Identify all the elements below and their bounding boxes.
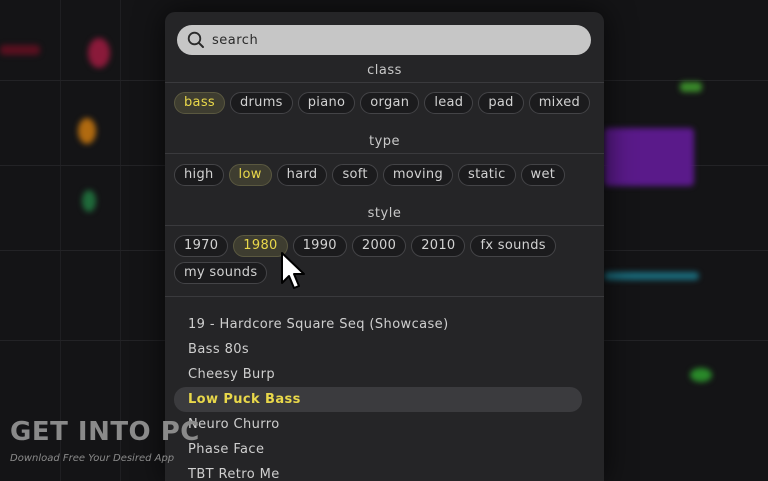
- watermark: GET INTO PC Download Free Your Desired A…: [10, 417, 200, 464]
- watermark-title: GET INTO PC: [10, 417, 200, 447]
- preset-list-item[interactable]: Bass 80s: [174, 337, 582, 362]
- filter-chip-style[interactable]: my sounds: [174, 262, 268, 284]
- filter-chip-style[interactable]: 2000: [351, 235, 407, 257]
- divider: [165, 296, 604, 297]
- chip-row-type: high low hard soft moving static wet: [174, 164, 599, 186]
- chip-row-class: bass drums piano organ lead pad mixed: [174, 92, 599, 114]
- section-title-type: type: [368, 134, 401, 149]
- search-icon: [187, 31, 204, 48]
- search-input[interactable]: search: [212, 33, 258, 48]
- divider: [165, 82, 604, 83]
- filter-chip-class[interactable]: bass: [174, 92, 225, 114]
- filter-chip-type[interactable]: wet: [520, 164, 566, 186]
- preset-list-item[interactable]: Cheesy Burp: [174, 362, 582, 387]
- filter-chip-style[interactable]: 1970: [174, 235, 229, 257]
- filter-chip-style[interactable]: 2010: [411, 235, 466, 257]
- filter-chip-class[interactable]: drums: [229, 92, 293, 114]
- watermark-subtitle: Download Free Your Desired App: [10, 453, 175, 464]
- filter-chip-type[interactable]: static: [458, 164, 516, 186]
- search-bar[interactable]: search: [177, 25, 591, 55]
- chip-row-style: 1970 1980 1990 2000 2010 fx sounds my sounds: [174, 235, 599, 284]
- mouse-pointer-icon: [281, 252, 305, 289]
- filter-chip-type[interactable]: soft: [332, 164, 378, 186]
- filter-chip-style[interactable]: fx sounds: [470, 235, 556, 257]
- section-title-class: class: [367, 63, 402, 78]
- filter-chip-class[interactable]: pad: [478, 92, 524, 114]
- filter-chip-class[interactable]: mixed: [528, 92, 591, 114]
- filter-chip-class[interactable]: piano: [297, 92, 356, 114]
- section-title-style: style: [367, 206, 402, 221]
- filter-chip-type[interactable]: hard: [276, 164, 328, 186]
- filter-chip-type[interactable]: low: [228, 164, 272, 186]
- preset-list-item[interactable]: Neuro Churro: [174, 412, 582, 437]
- divider: [165, 153, 604, 154]
- preset-list-item[interactable]: Low Puck Bass: [174, 387, 582, 412]
- preset-list: 19 - Hardcore Square Seq (Showcase) Bass …: [174, 312, 582, 481]
- divider: [165, 225, 604, 226]
- preset-list-item[interactable]: 19 - Hardcore Square Seq (Showcase): [174, 312, 582, 337]
- filter-chip-class[interactable]: lead: [424, 92, 474, 114]
- filter-chip-type[interactable]: moving: [382, 164, 454, 186]
- filter-chip-class[interactable]: organ: [360, 92, 420, 114]
- preset-browser-panel: search class bass drums piano organ lead pad m…: [165, 12, 604, 481]
- preset-list-item[interactable]: Phase Face: [174, 437, 582, 462]
- filter-chip-type[interactable]: high: [174, 164, 224, 186]
- preset-list-item[interactable]: TBT Retro Me: [174, 462, 582, 481]
